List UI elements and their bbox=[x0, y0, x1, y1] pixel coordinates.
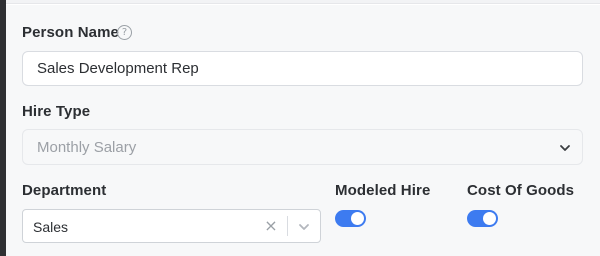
department-value: Sales bbox=[33, 219, 69, 235]
person-name-input[interactable] bbox=[22, 51, 583, 86]
hire-type-label: Hire Type bbox=[22, 103, 91, 120]
hire-type-value: Monthly Salary bbox=[37, 139, 137, 156]
toggle-knob bbox=[351, 212, 364, 225]
chevron-down-icon[interactable] bbox=[557, 140, 573, 156]
department-label: Department bbox=[22, 182, 107, 199]
clear-x-icon[interactable]: × bbox=[263, 217, 279, 235]
toggle-knob bbox=[483, 212, 496, 225]
app-window: Person Name ? Hire Type Monthly Salary D… bbox=[0, 0, 600, 256]
question-circle-icon[interactable]: ? bbox=[117, 25, 132, 40]
chevron-down-icon[interactable] bbox=[296, 219, 312, 235]
modeled-hire-toggle[interactable] bbox=[335, 210, 366, 227]
hire-type-select[interactable]: Monthly Salary bbox=[22, 129, 583, 165]
cost-of-goods-label: Cost Of Goods bbox=[467, 182, 575, 199]
department-select[interactable]: Sales × bbox=[22, 209, 321, 243]
select-separator bbox=[287, 216, 288, 236]
person-name-label: Person Name bbox=[22, 24, 119, 41]
cost-of-goods-toggle[interactable] bbox=[467, 210, 498, 227]
top-divider bbox=[6, 0, 600, 4]
modeled-hire-label: Modeled Hire bbox=[335, 182, 431, 199]
